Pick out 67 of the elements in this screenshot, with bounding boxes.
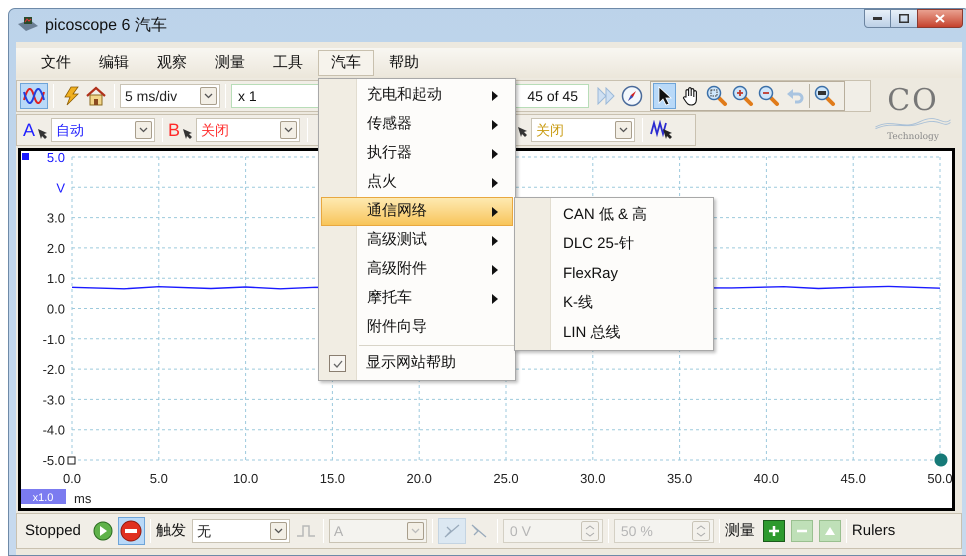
y-tick-label: -1.0 <box>42 332 65 347</box>
rulers-label: Rulers <box>852 520 896 541</box>
measurements-label: 测量 <box>724 520 755 541</box>
field-value: 50 % <box>620 522 654 540</box>
field-value: 0 V <box>508 522 532 540</box>
x-tick-label: 20.0 <box>406 471 432 486</box>
trigger-mode-select[interactable]: 无 <box>192 519 290 543</box>
channel-range-select[interactable]: 关闭 <box>196 118 300 142</box>
field-value: 自动 <box>55 120 86 140</box>
menu-item[interactable]: 观察 <box>144 50 200 76</box>
menu-item[interactable]: 文件 <box>28 50 84 76</box>
menu-item[interactable]: 点火 <box>321 168 513 197</box>
menu-item[interactable]: 编辑 <box>86 50 142 76</box>
field-value: 无 <box>196 522 212 540</box>
channel-label[interactable]: A <box>23 116 36 144</box>
menu-item[interactable]: 通信网络 <box>321 197 513 226</box>
menu-item[interactable]: 工具 <box>260 50 316 76</box>
logo-text: CO <box>887 84 939 118</box>
field-value: 5 ms/div <box>124 86 178 106</box>
y-tick-label: 3.0 <box>46 210 65 226</box>
menu-item[interactable]: 高级测试 <box>321 226 513 255</box>
x-tick-label: 50.0 <box>927 471 952 486</box>
timebase-select[interactable]: 5 ms/div <box>120 84 220 108</box>
menu-item[interactable]: 测量 <box>202 50 258 76</box>
x-tick-label: 45.0 <box>840 471 866 486</box>
x-tick-label: 35.0 <box>666 471 692 486</box>
field-value: 关闭 <box>200 120 230 140</box>
y-tick-label: -3.0 <box>42 392 65 408</box>
submenu-item[interactable]: DLC 25-针 <box>515 230 713 259</box>
x-tick-label: 40.0 <box>754 471 780 486</box>
menu-item[interactable]: 执行器 <box>321 139 513 168</box>
x-tick-label: 30.0 <box>580 471 606 486</box>
menu-item[interactable]: 摩托车 <box>321 284 513 313</box>
menu-item[interactable]: 显示网站帮助 <box>319 349 515 378</box>
channel-range-select[interactable]: 自动 <box>51 118 156 142</box>
field-value: x 1 <box>238 86 257 106</box>
menu-item[interactable]: 附件向导 <box>321 313 513 342</box>
x-axis-unit: ms <box>74 491 92 506</box>
y-tick-label: -4.0 <box>42 422 65 438</box>
window-title: picoscope 6 汽车 <box>45 16 167 36</box>
field-value: 45 of 45 <box>527 86 578 106</box>
menu-item[interactable]: 传感器 <box>321 110 513 139</box>
submenu-item[interactable]: FlexRay <box>515 259 713 288</box>
field-value: 关闭 <box>535 120 566 140</box>
menu-item[interactable]: 汽车 <box>318 50 374 76</box>
status-text: Stopped <box>25 520 81 541</box>
y-tick-label: -5.0 <box>42 453 65 468</box>
submenu-item[interactable]: CAN 低 & 高 <box>515 200 713 230</box>
logo-tagline: Technology <box>887 130 939 144</box>
x-tick-label: 15.0 <box>320 471 346 486</box>
x-tick-label: 0.0 <box>62 471 82 486</box>
y-tick-label: 5.0 <box>46 151 65 165</box>
y-tick-label: 1.0 <box>46 271 65 286</box>
x-tick-label: 25.0 <box>493 471 519 486</box>
trigger-label: 触发 <box>156 520 186 541</box>
y-tick-label: 2.0 <box>46 240 65 256</box>
submenu-item[interactable]: LIN 总线 <box>515 318 713 348</box>
menu-item[interactable]: 高级附件 <box>321 255 513 284</box>
zoom-badge: x1.0 <box>21 489 66 504</box>
y-tick-label: -2.0 <box>42 362 65 378</box>
x-tick-label: 10.0 <box>232 471 258 486</box>
y-axis-unit: V <box>56 180 65 196</box>
menu-item[interactable]: 帮助 <box>376 50 432 76</box>
y-tick-label: 0.0 <box>46 302 65 316</box>
submenu-item[interactable]: K-线 <box>515 288 713 318</box>
field-value: A <box>332 522 344 540</box>
x-tick-label: 5.0 <box>150 471 168 486</box>
